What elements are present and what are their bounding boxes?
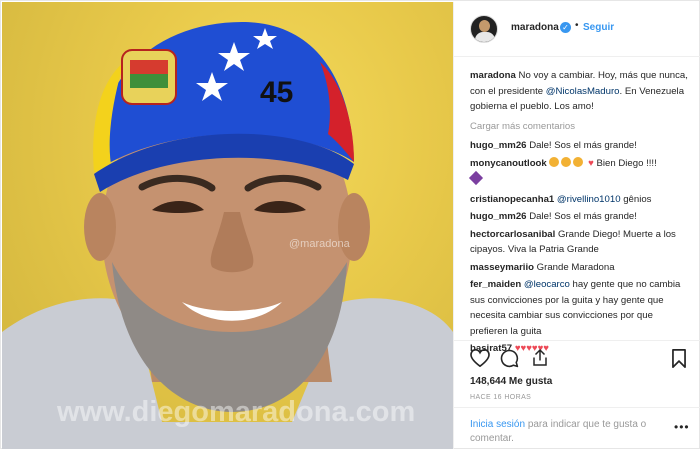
comment-mention[interactable]: @leocarco xyxy=(524,279,570,290)
post-photo[interactable]: 45 @maradona www.diegomaradona.com xyxy=(2,2,453,449)
clapping-hands-emoji-icon xyxy=(561,156,572,167)
avatar-body xyxy=(475,32,495,42)
post-header: maradona ✓ • Seguir xyxy=(454,2,700,57)
login-link[interactable]: Inicia sesión xyxy=(470,419,525,430)
comment-text: gênios xyxy=(623,193,652,205)
comment-text: Grande Maradona xyxy=(536,261,615,273)
watermark-large: www.diegomaradona.com xyxy=(57,396,416,428)
comments-list: maradona No voy a cambiar. Hoy, más que … xyxy=(468,68,692,359)
comment-item: masseymariio Grande Maradona xyxy=(470,260,692,276)
red-heart-emoji-icon: ♥ xyxy=(588,157,594,169)
clapping-hands-emoji-icon xyxy=(549,156,560,167)
purple-sparkle-emoji-icon xyxy=(468,170,484,186)
clapping-hands-emoji-icon xyxy=(573,156,584,167)
follow-button[interactable]: Seguir xyxy=(583,22,614,33)
more-options-icon[interactable]: ••• xyxy=(674,420,690,434)
comment-user[interactable]: cristianopecanha1 xyxy=(470,194,554,205)
comment-text: Bien Diego !!!! xyxy=(596,157,657,169)
caption: maradona No voy a cambiar. Hoy, más que … xyxy=(470,68,692,115)
comment-user[interactable]: hugo_mm26 xyxy=(470,211,527,222)
caption-mention[interactable]: @NicolasMaduro xyxy=(546,86,620,97)
comment-user[interactable]: fer_maiden xyxy=(470,279,521,290)
comment-item: hectorcarlosanibal Grande Diego! Muerte … xyxy=(470,227,692,258)
bookmark-icon[interactable] xyxy=(672,349,686,368)
comment-user[interactable]: hectorcarlosanibal xyxy=(470,229,555,240)
comment-item: hugo_mm26 Dale! Sos el más grande! xyxy=(470,138,692,154)
header-username[interactable]: maradona xyxy=(511,22,559,33)
comment-text: Dale! Sos el más grande! xyxy=(529,140,637,151)
comment-item: cristianopecanha1 @rivellino1010 gênios xyxy=(470,192,692,208)
header-separator: • xyxy=(575,20,579,31)
comment-user[interactable]: monycanoutlook xyxy=(470,158,547,169)
action-bar xyxy=(454,340,700,376)
load-more-comments-button[interactable]: Cargar más comentarios xyxy=(470,119,692,135)
cap-number: 45 xyxy=(260,76,293,109)
comment-icon[interactable] xyxy=(500,349,519,368)
maradona-portrait-illustration: 45 xyxy=(2,22,453,449)
heart-icon[interactable] xyxy=(470,349,490,367)
likes-count[interactable]: 148,644 Me gusta xyxy=(470,376,552,387)
login-prompt: Inicia sesión para indicar que te gusta … xyxy=(470,418,660,446)
comment-item: hugo_mm26 Dale! Sos el más grande! xyxy=(470,209,692,225)
comment-text: Dale! Sos el más grande! xyxy=(529,211,637,222)
post-footer: Inicia sesión para indicar que te gusta … xyxy=(454,407,700,449)
watermark-small: @maradona xyxy=(289,238,350,250)
comment-item: monycanoutlook ♥ Bien Diego !!!! xyxy=(468,156,692,190)
verified-check-icon: ✓ xyxy=(560,22,571,33)
instagram-post-embed: 45 @maradona www.diegomaradona.com marad… xyxy=(0,0,700,449)
comment-user[interactable]: hugo_mm26 xyxy=(470,140,527,151)
comment-item: fer_maiden @leocarco hay gente que no ca… xyxy=(470,277,692,339)
avatar[interactable] xyxy=(470,15,498,43)
caption-user[interactable]: maradona xyxy=(470,70,516,81)
comment-user[interactable]: masseymariio xyxy=(470,262,534,273)
share-icon[interactable] xyxy=(531,348,549,367)
comment-mention[interactable]: @rivellino1010 xyxy=(557,194,621,205)
avatar-head xyxy=(479,20,490,32)
post-timestamp: HACE 16 HORAS xyxy=(470,394,532,401)
post-side-panel: maradona ✓ • Seguir maradona No voy a ca… xyxy=(453,2,700,449)
